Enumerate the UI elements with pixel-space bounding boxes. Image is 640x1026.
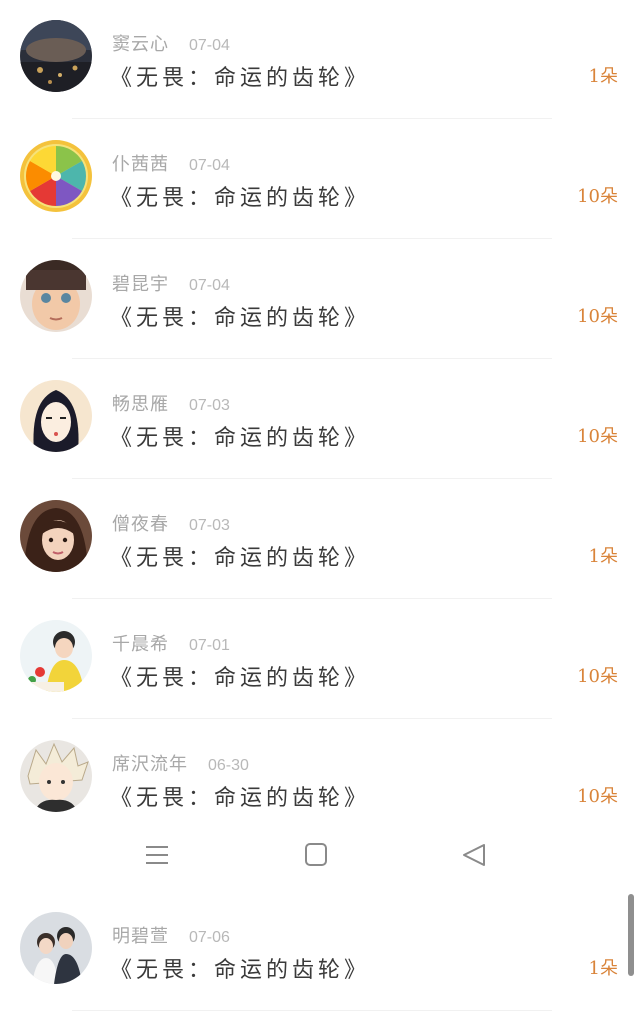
sender-name: 千晨希 07-01 [112,634,230,655]
sender-name: 仆茜茜 07-04 [112,154,230,175]
gift-title: 《无畏：命运的齿轮》 [110,426,371,451]
menu-icon[interactable] [137,840,177,870]
sender-name: 明碧萱 07-06 [112,926,230,947]
sender-name: 畅思雁 07-03 [112,394,230,415]
avatar[interactable] [20,912,92,984]
avatar[interactable] [20,500,92,572]
send-date: 07-04 [189,277,230,294]
list-item[interactable]: 席沢流年 06-30 《无畏：命运的齿轮》 10朵 [0,720,640,840]
avatar[interactable] [20,620,92,692]
gift-count: 10朵 [577,666,618,687]
sender-name: 窦云心 07-04 [112,34,230,55]
gift-title: 《无畏：命运的齿轮》 [110,66,371,91]
divider [72,718,552,719]
avatar[interactable] [20,380,92,452]
send-date: 07-04 [189,37,230,54]
send-date: 07-03 [189,397,230,414]
send-date: 07-01 [189,637,230,654]
list-item[interactable]: 千晨希 07-01 《无畏：命运的齿轮》 10朵 [0,600,640,720]
avatar[interactable] [20,140,92,212]
sender-name: 碧昆宇 07-04 [112,274,230,295]
list-item[interactable]: 碧昆宇 07-04 《无畏：命运的齿轮》 10朵 [0,240,640,360]
divider [72,238,552,239]
gift-title: 《无畏：命运的齿轮》 [110,786,371,811]
divider [72,358,552,359]
gift-count: 1朵 [588,66,618,87]
sender-name: 席沢流年 06-30 [112,754,249,775]
gift-title: 《无畏：命运的齿轮》 [110,958,371,983]
gift-count: 10朵 [577,306,618,327]
divider [72,118,552,119]
gift-title: 《无畏：命运的齿轮》 [110,186,371,211]
system-navigation-bar [0,830,640,880]
back-triangle-icon[interactable] [454,840,494,870]
send-date: 07-06 [189,929,230,946]
list-item[interactable]: 畅思雁 07-03 《无畏：命运的齿轮》 10朵 [0,360,640,480]
send-date: 07-04 [189,157,230,174]
gift-count: 10朵 [577,426,618,447]
divider [72,1010,552,1011]
avatar[interactable] [20,740,92,812]
list-item[interactable]: 窦云心 07-04 《无畏：命运的齿轮》 1朵 [0,0,640,120]
list-item[interactable]: 明碧萱 07-06 《无畏：命运的齿轮》 1朵 [0,892,640,1012]
gift-title: 《无畏：命运的齿轮》 [110,546,371,571]
divider [72,478,552,479]
gift-title: 《无畏：命运的齿轮》 [110,306,371,331]
avatar[interactable] [20,260,92,332]
sender-name: 僧夜春 07-03 [112,514,230,535]
list-item[interactable]: 仆茜茜 07-04 《无畏：命运的齿轮》 10朵 [0,120,640,240]
gift-title: 《无畏：命运的齿轮》 [110,666,371,691]
divider [72,598,552,599]
send-date: 06-30 [208,757,249,774]
list-item[interactable]: 僧夜春 07-03 《无畏：命运的齿轮》 1朵 [0,480,640,600]
scrollbar[interactable] [628,894,634,976]
gift-count: 10朵 [577,186,618,207]
gift-count: 10朵 [577,786,618,807]
avatar[interactable] [20,20,92,92]
send-date: 07-03 [189,517,230,534]
gift-count: 1朵 [588,958,618,979]
gift-count: 1朵 [588,546,618,567]
home-square-icon[interactable] [296,840,336,870]
